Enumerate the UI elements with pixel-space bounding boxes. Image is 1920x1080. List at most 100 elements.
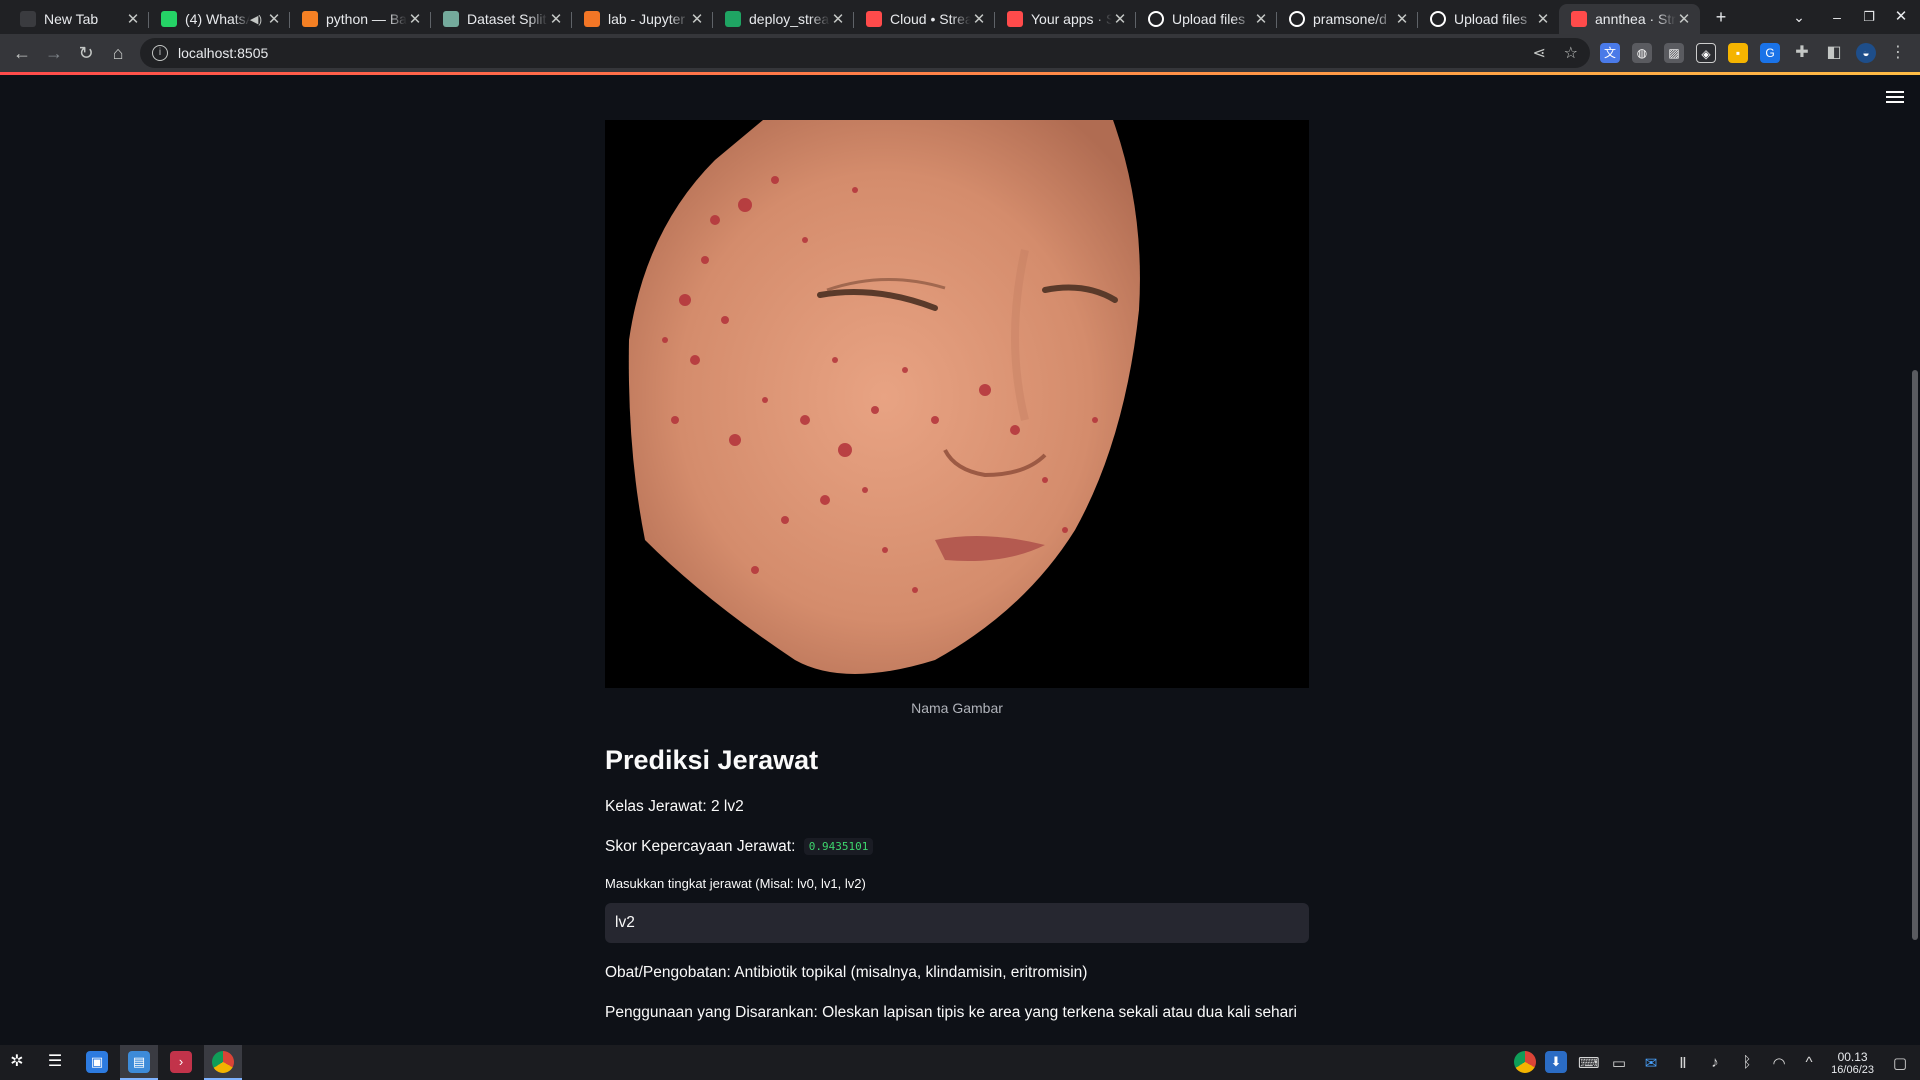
hamburger-menu-icon[interactable] bbox=[1886, 91, 1904, 105]
site-info-icon[interactable]: i bbox=[152, 45, 168, 61]
browser-tab-10[interactable]: Upload files ✕ bbox=[1418, 4, 1559, 34]
jupyter-icon bbox=[584, 11, 600, 27]
acne-level-input-label: Masukkan tingkat jerawat (Misal: lv0, lv… bbox=[605, 876, 866, 891]
tab-close-icon[interactable]: ✕ bbox=[830, 10, 846, 28]
share-icon[interactable]: ⋖ bbox=[1532, 45, 1545, 62]
face-photo-illustration bbox=[605, 120, 1309, 688]
usage-text: Penggunaan yang Disarankan: Oleskan lapi… bbox=[605, 1004, 1297, 1021]
tab-search-icon[interactable]: ⌄ bbox=[1784, 4, 1814, 30]
chat-tray-icon[interactable]: ✉ bbox=[1641, 1054, 1661, 1072]
tab-close-icon[interactable]: ✕ bbox=[1394, 10, 1410, 28]
acne-level-input[interactable]: lv2 bbox=[605, 903, 1309, 943]
chrome-icon bbox=[20, 11, 36, 27]
tab-close-icon[interactable]: ✕ bbox=[548, 10, 564, 28]
translate-extension-icon[interactable]: 文 bbox=[1600, 43, 1620, 63]
new-tab-button[interactable]: + bbox=[1706, 4, 1736, 30]
bluetooth-icon[interactable]: ᛒ bbox=[1737, 1054, 1757, 1071]
browser-tab-3[interactable]: Dataset Split ✕ bbox=[431, 4, 572, 34]
extensions-puzzle-icon[interactable]: ✚ bbox=[1792, 43, 1812, 63]
browser-tab-1[interactable]: (4) WhatsApp◀) ✕ bbox=[149, 4, 290, 34]
terminal-app-icon[interactable]: › bbox=[170, 1051, 192, 1073]
browser-tab-9[interactable]: pramsone/d ✕ bbox=[1277, 4, 1418, 34]
reload-icon[interactable]: ↻ bbox=[74, 41, 98, 65]
tab-title: lab - Jupyter bbox=[608, 11, 686, 27]
main-content: Nama Gambar Prediksi Jerawat Kelas Jeraw… bbox=[605, 120, 1309, 1022]
browser-tab-11[interactable]: annthea · Str ✕ bbox=[1559, 4, 1700, 34]
streamlit-icon bbox=[1007, 11, 1023, 27]
wifi-icon[interactable]: ◠ bbox=[1769, 1054, 1789, 1072]
notifications-icon[interactable]: ▢ bbox=[1890, 1054, 1910, 1072]
restore-icon[interactable]: ❐ bbox=[1854, 4, 1884, 30]
tab-title: Dataset Split bbox=[467, 11, 547, 27]
terminal-tray-icon[interactable]: ⌨ bbox=[1578, 1054, 1600, 1072]
tab-title: pramsone/d bbox=[1313, 11, 1387, 27]
whatsapp-icon bbox=[161, 11, 177, 27]
tab-close-icon[interactable]: ✕ bbox=[125, 10, 141, 28]
image-extension-icon[interactable]: ▨ bbox=[1664, 43, 1684, 63]
home-icon[interactable]: ⌂ bbox=[106, 41, 130, 65]
github-icon bbox=[1148, 11, 1164, 27]
back-icon[interactable]: ← bbox=[10, 41, 34, 65]
chrome-taskbar-item[interactable] bbox=[204, 1045, 242, 1080]
chrome-tray-icon[interactable] bbox=[1514, 1051, 1536, 1073]
tab-title: Upload files bbox=[1454, 11, 1528, 27]
streamlit-app: Nama Gambar Prediksi Jerawat Kelas Jeraw… bbox=[0, 75, 1920, 1045]
scrollbar-thumb[interactable] bbox=[1912, 370, 1918, 940]
chrome-icon bbox=[212, 1051, 234, 1073]
shield-extension-icon[interactable]: ◈ bbox=[1696, 43, 1716, 63]
tab-close-icon[interactable]: ✕ bbox=[1676, 10, 1692, 28]
clipboard-tray-icon[interactable]: ▭ bbox=[1609, 1054, 1629, 1072]
tab-close-icon[interactable]: ✕ bbox=[1535, 10, 1551, 28]
bookmark-star-icon[interactable]: ☆ bbox=[1564, 45, 1578, 62]
pause-tray-icon[interactable]: Ⅱ bbox=[1673, 1054, 1693, 1072]
tab-title: (4) WhatsApp bbox=[185, 11, 250, 27]
address-bar[interactable]: i localhost:8505 ⋖ ☆ bbox=[140, 38, 1590, 68]
browser-tab-5[interactable]: deploy_strea ✕ bbox=[713, 4, 854, 34]
file-manager-taskbar-item[interactable]: ▤ bbox=[120, 1045, 158, 1080]
profile-avatar[interactable]: ◒ bbox=[1856, 43, 1876, 63]
tab-close-icon[interactable]: ✕ bbox=[1253, 10, 1269, 28]
forward-icon[interactable]: → bbox=[42, 41, 66, 65]
scrollbar[interactable] bbox=[1910, 75, 1920, 1045]
translate-badge-extension-icon[interactable]: G bbox=[1760, 43, 1780, 63]
browser-tab-8[interactable]: Upload files ✕ bbox=[1136, 4, 1277, 34]
download-tray-icon[interactable]: ⬇ bbox=[1545, 1051, 1567, 1073]
side-panel-icon[interactable]: ◧ bbox=[1824, 43, 1844, 63]
browser-tab-7[interactable]: Your apps · S ✕ bbox=[995, 4, 1136, 34]
browser-tab-0[interactable]: New Tab ✕ bbox=[8, 4, 149, 34]
task-view-icon[interactable]: ☰ bbox=[44, 1051, 66, 1073]
browser-menu-icon[interactable]: ⋮ bbox=[1888, 43, 1908, 63]
show-hidden-icons-chevron-icon[interactable]: ^ bbox=[1799, 1054, 1819, 1071]
tab-close-icon[interactable]: ✕ bbox=[971, 10, 987, 28]
tab-close-icon[interactable]: ✕ bbox=[407, 10, 423, 28]
clock-time: 00.13 bbox=[1837, 1050, 1868, 1064]
clock-date: 16/06/23 bbox=[1831, 1064, 1874, 1076]
browser-tab-2[interactable]: python — Ba ✕ bbox=[290, 4, 431, 34]
tab-title: New Tab bbox=[44, 11, 99, 27]
image-caption: Nama Gambar bbox=[911, 700, 1003, 716]
tab-audio-icon[interactable]: ◀) bbox=[250, 13, 262, 26]
streamlit-icon bbox=[866, 11, 882, 27]
store-app-icon[interactable]: ▣ bbox=[86, 1051, 108, 1073]
browser-tab-4[interactable]: lab - Jupyter ✕ bbox=[572, 4, 713, 34]
tab-close-icon[interactable]: ✕ bbox=[266, 10, 282, 28]
app-launcher-icon[interactable]: ✲ bbox=[6, 1051, 28, 1073]
volume-icon[interactable]: ♪ bbox=[1705, 1054, 1725, 1071]
system-clock[interactable]: 00.13 16/06/23 bbox=[1831, 1050, 1874, 1076]
openai-icon bbox=[443, 11, 459, 27]
close-window-icon[interactable]: ✕ bbox=[1886, 4, 1916, 30]
stackoverflow-icon bbox=[302, 11, 318, 27]
globe-extension-icon[interactable]: ◍ bbox=[1632, 43, 1652, 63]
tab-title: python — Ba bbox=[326, 11, 407, 27]
keep-extension-icon[interactable]: ▪ bbox=[1728, 43, 1748, 63]
tab-close-icon[interactable]: ✕ bbox=[689, 10, 705, 28]
confidence-score-row: Skor Kepercayaan Jerawat: 0.9435101 bbox=[605, 838, 1309, 856]
tab-strip: New Tab✕(4) WhatsApp◀)✕python — Ba✕Datas… bbox=[0, 0, 1920, 34]
tab-close-icon[interactable]: ✕ bbox=[1112, 10, 1128, 28]
github-icon bbox=[1289, 11, 1305, 27]
tab-title: Upload files bbox=[1172, 11, 1246, 27]
google-drive-icon bbox=[725, 11, 741, 27]
medication-text: Obat/Pengobatan: Antibiotik topikal (mis… bbox=[605, 964, 1088, 981]
minimize-icon[interactable]: – bbox=[1822, 4, 1852, 30]
browser-tab-6[interactable]: Cloud • Strea ✕ bbox=[854, 4, 995, 34]
